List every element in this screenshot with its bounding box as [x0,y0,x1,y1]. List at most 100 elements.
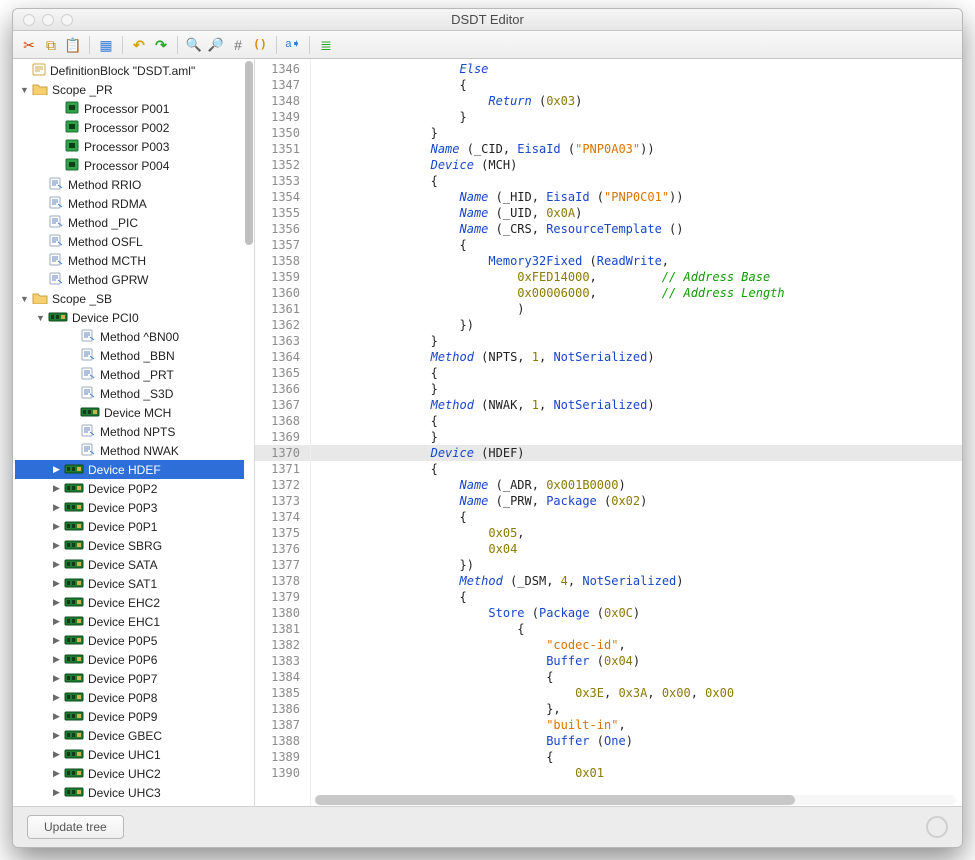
code-line[interactable]: ) [311,301,962,317]
tree-row[interactable]: Method RDMA [15,194,244,213]
zoom-out-button[interactable]: 🔎 [206,35,226,55]
disclosure-triangle-icon[interactable]: ▶ [51,730,62,741]
format-button[interactable]: ≣ [316,35,336,55]
code-line[interactable]: Store (Package (0x0C) [311,605,962,621]
disclosure-triangle-icon[interactable]: ▶ [51,578,62,589]
clear-button[interactable]: ▦ [96,35,116,55]
paste-button[interactable]: 📋 [63,35,83,55]
tree-row[interactable]: Method ^BN00 [15,327,244,346]
tree-row[interactable]: ▶Device UHC2 [15,764,244,783]
tree-row[interactable]: Method NWAK [15,441,244,460]
tree-row[interactable]: ▶Device P0P9 [15,707,244,726]
code-line[interactable]: Buffer (0x04) [311,653,962,669]
code-line[interactable]: { [311,413,962,429]
code-line[interactable]: } [311,429,962,445]
tree-row[interactable]: DefinitionBlock "DSDT.aml" [15,61,244,80]
disclosure-triangle-icon[interactable]: ▶ [51,692,62,703]
code-line[interactable]: 0x00006000, // Address Length [311,285,962,301]
tree-row[interactable]: Method _S3D [15,384,244,403]
tree-row[interactable]: ▶Device UHC3 [15,783,244,802]
tree-row[interactable]: ▶Device P0P7 [15,669,244,688]
disclosure-triangle-icon[interactable]: ▶ [51,540,62,551]
code-line[interactable]: { [311,77,962,93]
disclosure-triangle-icon[interactable]: ▶ [51,768,62,779]
code-line[interactable]: Method (_DSM, 4, NotSerialized) [311,573,962,589]
tree-row[interactable]: ▶Device UHC1 [15,745,244,764]
disclosure-triangle-icon[interactable]: ▶ [51,635,62,646]
disclosure-triangle-icon[interactable]: ▶ [51,502,62,513]
tree-list[interactable]: DefinitionBlock "DSDT.aml"▼Scope _PRProc… [13,59,244,806]
zoom-in-button[interactable]: 🔍 [184,35,204,55]
tree-row[interactable]: ▶Device SATA [15,555,244,574]
disclosure-triangle-icon[interactable]: ▶ [51,711,62,722]
code-line[interactable]: Name (_PRW, Package (0x02) [311,493,962,509]
tree-row[interactable]: ▶Device GBEC [15,726,244,745]
disclosure-triangle-icon[interactable]: ▶ [51,749,62,760]
code-line[interactable]: { [311,749,962,765]
code-line[interactable]: { [311,365,962,381]
tree-row[interactable]: ▼Scope _SB [15,289,244,308]
code-line[interactable]: 0x01 [311,765,962,781]
code-line[interactable]: { [311,237,962,253]
tree-row[interactable]: ▼Device PCI0 [15,308,244,327]
code-line[interactable]: "built-in", [311,717,962,733]
code-line[interactable]: { [311,669,962,685]
code-line[interactable]: Name (_ADR, 0x001B0000) [311,477,962,493]
tree-row[interactable]: Processor P001 [15,99,244,118]
code-line[interactable]: } [311,109,962,125]
zoom-window-button[interactable] [61,14,73,26]
tree-row[interactable]: Method NPTS [15,422,244,441]
code-line[interactable]: }) [311,317,962,333]
code-editor[interactable]: 1346134713481349135013511352135313541355… [255,59,962,806]
tree-row[interactable]: ▶Device EHC1 [15,612,244,631]
code-area[interactable]: Else { Return (0x03) } } Name (_CID, Eis… [311,59,962,806]
disclosure-triangle-icon[interactable]: ▶ [51,521,62,532]
titlebar[interactable]: DSDT Editor [13,9,962,31]
tree-row[interactable]: ▶Device P0P8 [15,688,244,707]
code-line[interactable]: Method (NWAK, 1, NotSerialized) [311,397,962,413]
hash-button[interactable]: # [228,35,248,55]
tree-row[interactable]: ▶Device P0P2 [15,479,244,498]
code-line[interactable]: 0x04 [311,541,962,557]
code-line[interactable]: } [311,125,962,141]
rename-button[interactable]: a➧ [283,35,303,55]
code-line[interactable]: Memory32Fixed (ReadWrite, [311,253,962,269]
code-line[interactable]: { [311,509,962,525]
tree-row[interactable]: Method MCTH [15,251,244,270]
tree-row[interactable]: Method OSFL [15,232,244,251]
code-line[interactable]: Name (_UID, 0x0A) [311,205,962,221]
tree-row[interactable]: Processor P002 [15,118,244,137]
tree-vscroll-thumb[interactable] [245,61,253,245]
tree-row[interactable]: Processor P004 [15,156,244,175]
tree-row[interactable]: Method _BBN [15,346,244,365]
tree-row[interactable]: ▶Device P0P1 [15,517,244,536]
code-line[interactable]: 0x3E, 0x3A, 0x00, 0x00 [311,685,962,701]
code-line[interactable]: { [311,589,962,605]
tree-row[interactable]: ▶Device P0P3 [15,498,244,517]
code-line[interactable]: Device (HDEF) [311,445,962,461]
editor-hscroll-thumb[interactable] [315,795,795,805]
disclosure-triangle-icon[interactable]: ▶ [51,673,62,684]
code-line[interactable]: Else [311,61,962,77]
editor-hscrollbar[interactable] [315,795,956,805]
close-window-button[interactable] [23,14,35,26]
code-line[interactable]: Name (_CID, EisaId ("PNP0A03")) [311,141,962,157]
code-line[interactable]: }, [311,701,962,717]
tree-row[interactable]: Device MCH [15,403,244,422]
tree-row[interactable]: Method _PIC [15,213,244,232]
paren-button[interactable]: ( ) [250,35,270,55]
tree-row[interactable]: ▶Device P0P5 [15,631,244,650]
tree-vscrollbar[interactable] [245,59,253,806]
disclosure-triangle-icon[interactable]: ▶ [51,597,62,608]
tree-row[interactable]: Method _PRT [15,365,244,384]
copy-button[interactable]: ⧉ [41,35,61,55]
disclosure-triangle-icon[interactable]: ▶ [51,787,62,798]
window-controls[interactable] [13,14,73,26]
code-line[interactable]: } [311,381,962,397]
code-line[interactable]: { [311,461,962,477]
disclosure-triangle-icon[interactable]: ▶ [51,483,62,494]
code-line[interactable]: 0x05, [311,525,962,541]
tree-row[interactable]: ▶Device SAT1 [15,574,244,593]
cut-button[interactable]: ✂ [19,35,39,55]
code-line[interactable]: }) [311,557,962,573]
